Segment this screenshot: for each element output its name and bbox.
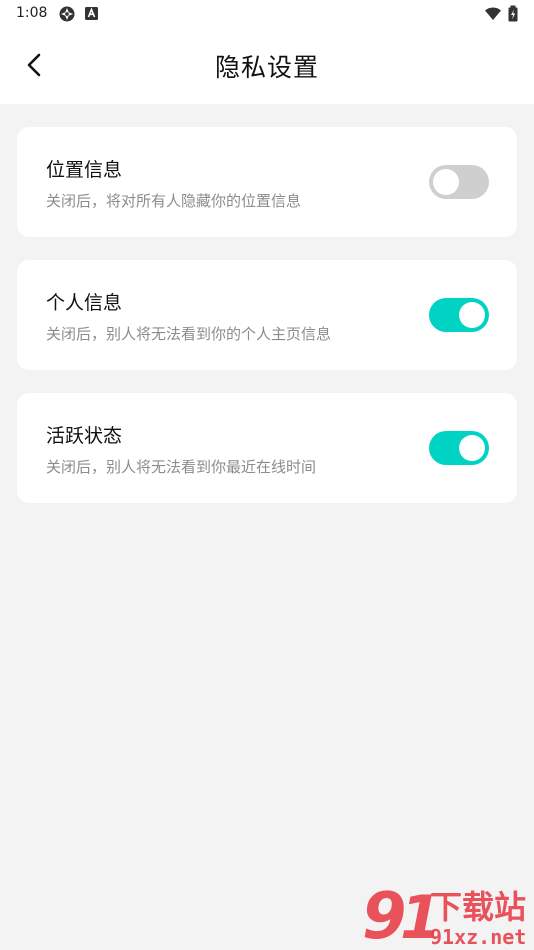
location-toggle[interactable]	[429, 165, 489, 199]
setting-title: 位置信息	[46, 159, 123, 181]
toggle-knob	[459, 435, 485, 461]
setting-card-personal-info: 个人信息 关闭后，别人将无法看到你的个人主页信息	[17, 260, 517, 370]
watermark-text-url: 91xz.net	[430, 925, 526, 949]
setting-description: 关闭后，将对所有人隐藏你的位置信息	[46, 192, 302, 210]
personal-info-toggle[interactable]	[429, 298, 489, 332]
setting-description: 关闭后，别人将无法看到你最近在线时间	[46, 458, 317, 476]
toggle-knob	[433, 169, 459, 195]
settings-icon	[58, 5, 76, 23]
toggle-knob	[459, 302, 485, 328]
setting-title: 活跃状态	[46, 425, 123, 447]
status-bar: 1:08	[0, 0, 534, 28]
page-title: 隐私设置	[214, 53, 319, 82]
setting-card-activity-status: 活跃状态 关闭后，别人将无法看到你最近在线时间	[17, 393, 517, 503]
watermark-text-cn: 下载站	[430, 888, 526, 926]
site-watermark-logo: 9 1 下载站 91xz.net	[360, 880, 534, 950]
wifi-icon	[484, 5, 502, 23]
setting-title: 个人信息	[46, 292, 123, 314]
app-header: 隐私设置	[0, 28, 534, 104]
a-notification-icon	[84, 5, 102, 23]
setting-card-location: 位置信息 关闭后，将对所有人隐藏你的位置信息	[17, 127, 517, 237]
setting-description: 关闭后，别人将无法看到你的个人主页信息	[46, 325, 332, 343]
status-time: 1:08	[16, 5, 48, 21]
activity-status-toggle[interactable]	[429, 431, 489, 465]
battery-icon	[507, 5, 525, 23]
